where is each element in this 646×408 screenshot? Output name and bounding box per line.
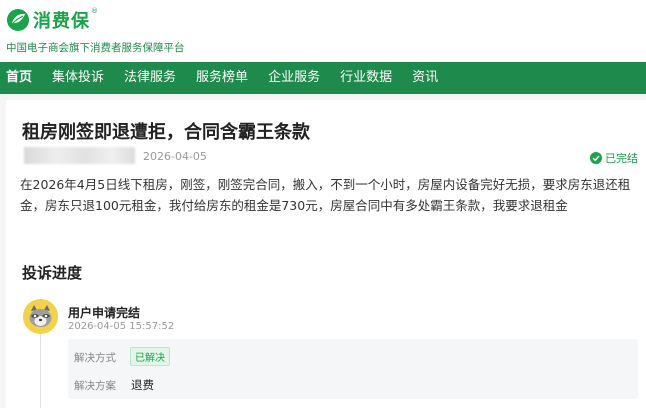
status-badge: 已完结	[590, 150, 638, 166]
progress-event-time: 2026-04-05 15:57:52	[68, 321, 175, 332]
progress-detail-box: 解决方式 已解决 解决方案 退费	[68, 339, 638, 399]
nav-item-enterprise-service[interactable]: 企业服务	[262, 62, 326, 94]
progress-event-title: 用户申请完结	[68, 306, 141, 320]
site-logo[interactable]: 消费保 ®	[6, 7, 98, 33]
plan-value: 退费	[131, 378, 154, 392]
nav-item-legal-service[interactable]: 法律服务	[118, 62, 182, 94]
plan-label: 解决方案	[74, 380, 116, 392]
avatar	[23, 299, 58, 334]
nav-item-news[interactable]: 资讯	[406, 62, 444, 94]
status-text: 已完结	[605, 152, 638, 165]
nav-item-home[interactable]: 首页	[0, 62, 38, 94]
timeline-line	[40, 330, 41, 408]
check-circle-icon	[590, 152, 602, 164]
nav-item-group-complaint[interactable]: 集体投诉	[46, 62, 110, 94]
nav-item-industry-data[interactable]: 行业数据	[334, 62, 398, 94]
complaint-card: 租房刚签即退遭拒，合同含霸王条款 2026-04-05 已完结 在2026年4月…	[6, 100, 646, 408]
blurred-username	[24, 147, 135, 164]
raccoon-avatar-icon	[23, 299, 58, 334]
brand-registered-mark: ®	[91, 7, 98, 15]
site-header: 消费保 ® 中国电子商会旗下消费者服务保障平台	[0, 0, 646, 62]
complaint-description: 在2026年4月5日线下租房，刚签，刚签完合同，搬入，不到一个小时，房屋内设备完…	[20, 177, 631, 213]
complaint-title: 租房刚签即退遭拒，合同含霸王条款	[22, 122, 310, 143]
method-label: 解决方式	[74, 352, 116, 364]
main-nav: 首页 集体投诉 法律服务 服务榜单 企业服务 行业数据 资讯	[0, 62, 646, 94]
complaint-date: 2026-04-05	[143, 150, 207, 163]
brand-tagline: 中国电子商会旗下消费者服务保障平台	[6, 42, 185, 54]
progress-section-title: 投诉进度	[22, 264, 83, 282]
method-tag: 已解决	[130, 347, 170, 366]
brand-name: 消费保	[33, 11, 90, 32]
nav-item-service-ranking[interactable]: 服务榜单	[190, 62, 254, 94]
leaf-logo-icon	[7, 9, 29, 31]
